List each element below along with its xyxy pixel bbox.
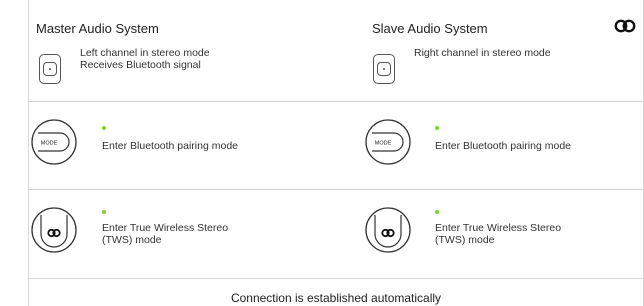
- master-tws-button: [30, 206, 78, 254]
- master-step2-line1: Enter True Wireless Stereo: [102, 222, 229, 234]
- master-desc-line1: Left channel in stereo mode: [80, 47, 210, 59]
- slave-step2-line1: Enter True Wireless Stereo: [435, 222, 562, 234]
- master-step2-text: Enter True Wireless Stereo (TWS) mode: [102, 222, 228, 246]
- slave-mode-button: MODE: [364, 118, 412, 166]
- master-speaker-icon: [39, 54, 61, 84]
- tws-button-icon: [31, 207, 77, 253]
- master-step2-line2: (TWS) mode: [102, 234, 162, 246]
- divider: [29, 189, 643, 190]
- brand-logo-icon: [614, 19, 636, 33]
- slave-description: Right channel in stereo mode: [414, 47, 551, 59]
- master-step1-indicator: [102, 126, 106, 130]
- slave-step1-indicator: [435, 126, 439, 130]
- slave-desc-line1: Right channel in stereo mode: [414, 47, 551, 59]
- slave-tws-button: [364, 206, 412, 254]
- content-frame: [28, 0, 644, 306]
- mode-button-icon: MODE: [365, 119, 411, 165]
- mode-button-icon: MODE: [31, 119, 77, 165]
- master-step2-indicator: [102, 210, 106, 214]
- slave-title: Slave Audio System: [372, 21, 488, 36]
- master-mode-button: MODE: [30, 118, 78, 166]
- divider: [29, 101, 643, 102]
- master-step1-text: Enter Bluetooth pairing mode: [102, 140, 239, 152]
- slave-mode-label: MODE: [375, 141, 392, 147]
- slave-step1-text: Enter Bluetooth pairing mode: [435, 140, 572, 152]
- divider: [29, 278, 643, 279]
- slave-step2-indicator: [435, 210, 439, 214]
- slave-speaker-icon: [373, 54, 395, 84]
- slave-step2-text: Enter True Wireless Stereo (TWS) mode: [435, 222, 561, 246]
- tws-button-icon: [365, 207, 411, 253]
- master-desc-line2: Receives Bluetooth signal: [80, 59, 201, 71]
- footer-connection-note: Connection is established automatically: [230, 291, 442, 305]
- master-title: Master Audio System: [36, 21, 159, 36]
- master-mode-label: MODE: [41, 141, 58, 147]
- master-description: Left channel in stereo mode Receives Blu…: [80, 47, 210, 71]
- slave-step2-line2: (TWS) mode: [435, 234, 495, 246]
